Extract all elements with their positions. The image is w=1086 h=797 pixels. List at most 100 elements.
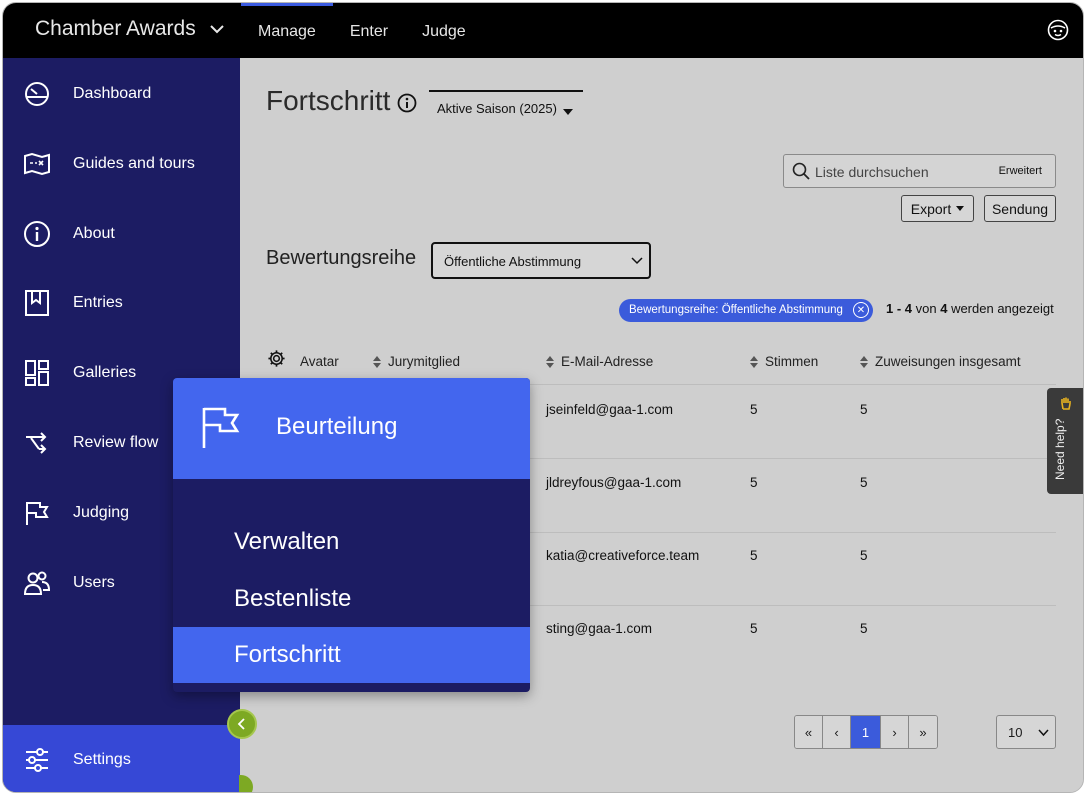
sort-icon [750,355,759,368]
col-header-judge-label: Jurymitglied [388,354,461,369]
col-header-email-label: E-Mail-Adresse [561,354,654,369]
info-icon[interactable] [397,93,417,113]
chevron-down-icon [209,25,224,34]
flyout-title: Beurteilung [276,413,398,440]
top-nav: Manage Enter Judge [241,3,483,58]
email-cell: jldreyfous@gaa-1.com [546,475,682,490]
col-header-votes[interactable]: Stimmen [750,354,818,369]
per-page-select[interactable]: 10 [996,715,1056,749]
sidebar-item-guides[interactable]: Guides and tours [3,134,240,194]
chevron-left-icon [237,718,245,730]
judging-flyout-menu: Beurteilung Verwalten Bestenliste Fortsc… [173,378,530,692]
sidebar-item-about[interactable]: About [3,204,240,264]
assignments-cell: 5 [860,621,868,636]
pagination: « ‹ 1 › » [794,715,938,749]
sidebar-item-label: About [73,225,115,242]
sidebar-item-label: Entries [73,294,123,311]
filter-chip[interactable]: Bewertungsreihe: Öffentliche Abstimmung … [619,299,873,322]
email-cell: jseinfeld@gaa-1.com [546,402,674,417]
next-page-button[interactable]: › [881,716,909,748]
col-header-judge[interactable]: Jurymitglied [373,354,460,369]
sidebar-item-label: Guides and tours [73,155,195,172]
export-button[interactable]: Export [901,195,974,222]
count-von: von [912,301,941,316]
export-label: Export [910,200,952,217]
sidebar-item-label: Judging [73,504,130,521]
last-page-button[interactable]: » [909,716,937,748]
prev-page-button[interactable]: ‹ [823,716,851,748]
sidebar-item-settings[interactable]: Settings [3,725,240,792]
sort-icon [373,355,382,368]
flyout-item-label: Bestenliste [234,585,352,612]
nav-manage[interactable]: Manage [241,3,333,58]
round-select-value: Öffentliche Abstimmung [444,254,582,269]
flyout-item-verwalten[interactable]: Verwalten [173,514,530,570]
advanced-search-link[interactable]: Erweitert [999,165,1042,177]
search-box: Erweitert [783,154,1056,188]
user-avatar-icon[interactable] [1047,19,1069,41]
search-icon [792,162,810,180]
review-flow-icon [23,429,51,457]
sliders-icon [23,746,51,774]
app-window: Chamber Awards Manage Enter Judge Dashbo… [2,2,1084,793]
nav-enter-label: Enter [349,23,389,40]
votes-cell: 5 [750,402,758,417]
col-header-assignments-label: Zuweisungen insgesamt [875,354,1021,369]
sidebar-item-label: Users [73,574,115,591]
assignments-cell: 5 [860,402,868,417]
dashboard-icon [23,80,51,108]
votes-cell: 5 [750,548,758,563]
nav-judge-label: Judge [422,23,466,40]
need-help-label: Need help? [1053,418,1067,480]
map-icon [23,150,51,178]
count-suffix: werden angezeigt [947,301,1054,316]
gear-icon[interactable] [267,349,286,368]
send-button[interactable]: Sendung [984,195,1056,222]
col-header-avatar-label: Avatar [300,354,339,369]
close-icon[interactable]: ✕ [853,302,869,318]
app-switcher[interactable]: Chamber Awards [35,17,226,41]
first-page-button[interactable]: « [795,716,823,748]
search-input[interactable] [815,162,985,182]
filter-chip-label: Bewertungsreihe: Öffentliche Abstimmung [629,304,843,316]
chevron-down-icon [1038,729,1049,737]
page-1-button[interactable]: 1 [851,716,881,748]
nav-judge[interactable]: Judge [405,3,483,58]
page-title: Fortschritt [266,85,391,116]
app-title: Chamber Awards [35,17,196,40]
round-select[interactable]: Öffentliche Abstimmung [431,242,651,279]
flyout-header: Beurteilung [173,378,530,479]
collapse-sidebar-button[interactable] [227,709,257,739]
season-selector[interactable]: Aktive Saison (2025) [429,90,583,122]
sidebar-item-label: Settings [73,750,131,768]
assignments-cell: 5 [860,475,868,490]
votes-cell: 5 [750,475,758,490]
votes-cell: 5 [750,621,758,636]
need-help-tab[interactable]: Need help? [1047,388,1083,494]
top-bar: Chamber Awards Manage Enter Judge [3,3,1083,58]
sort-icon [860,355,869,368]
col-header-email[interactable]: E-Mail-Adresse [546,354,653,369]
sidebar-item-label: Review flow [73,434,159,451]
col-header-assignments[interactable]: Zuweisungen insgesamt [860,354,1021,369]
count-sep: - [893,301,905,316]
flyout-item-fortschritt[interactable]: Fortschritt [173,627,530,683]
sidebar-item-dashboard[interactable]: Dashboard [3,64,240,124]
caret-down-icon [956,206,965,211]
sort-icon [546,355,555,368]
flyout-item-bestenliste[interactable]: Bestenliste [173,571,530,627]
send-label: Sendung [991,200,1049,217]
round-label: Bewertungsreihe [266,247,417,269]
count-to: 4 [904,301,913,316]
per-page-value: 10 [1008,725,1023,740]
nav-enter[interactable]: Enter [333,3,405,58]
users-icon [23,569,51,597]
season-label: Aktive Saison (2025) [437,101,557,116]
caret-down-icon [563,109,573,115]
sidebar-item-entries[interactable]: Entries [3,273,240,333]
sidebar-item-label: Dashboard [73,85,152,102]
hand-icon [1061,397,1071,410]
sidebar-item-label: Galleries [73,364,137,381]
flyout-item-label: Fortschritt [234,641,341,668]
bookmark-icon [23,289,51,317]
